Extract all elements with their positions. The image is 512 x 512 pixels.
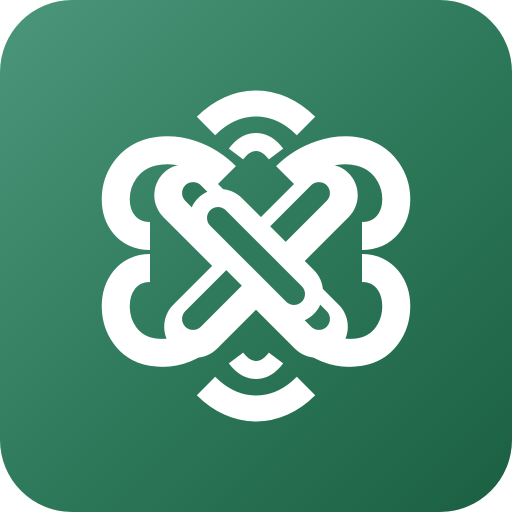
celtic-knot-icon [101,90,411,422]
app-icon[interactable] [0,0,512,512]
